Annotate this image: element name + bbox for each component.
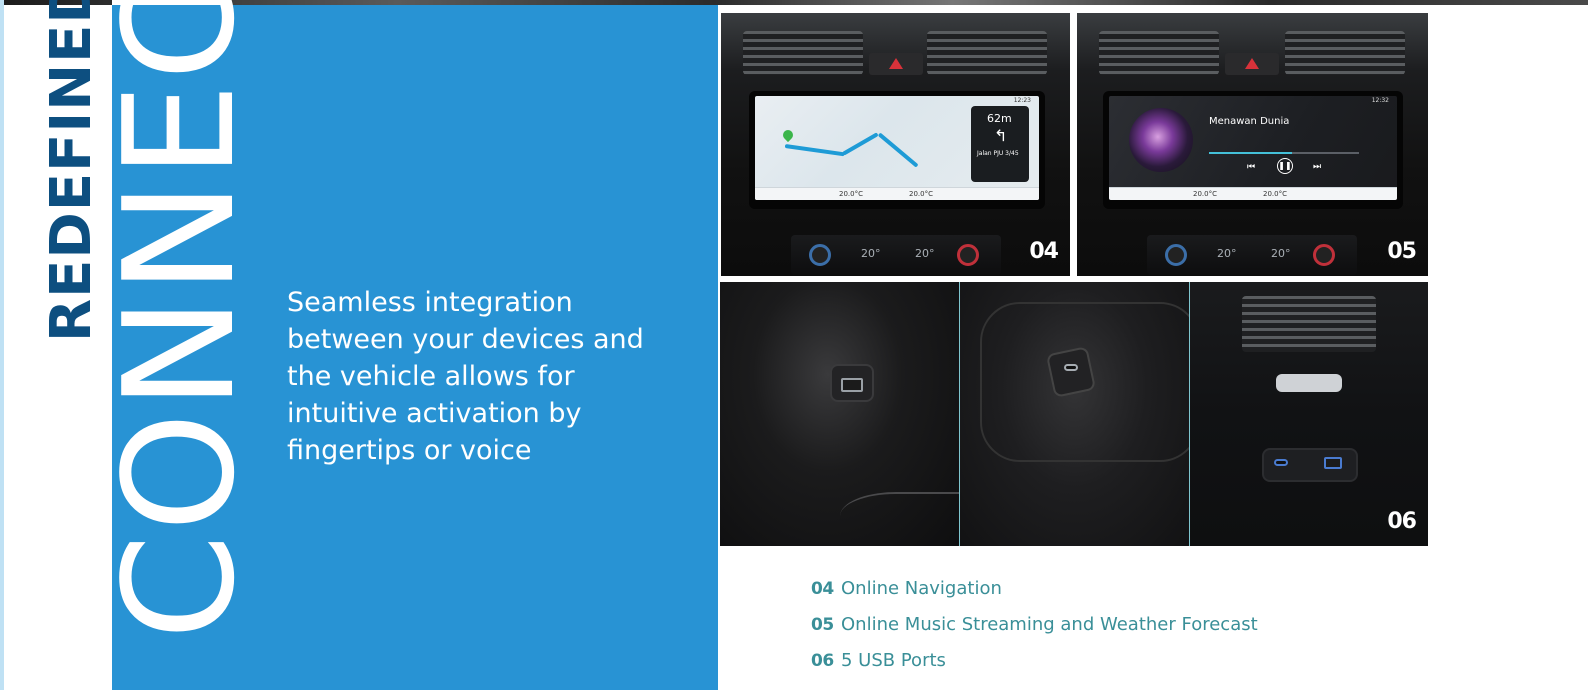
temp-right: 20.0°C — [1263, 190, 1287, 198]
photo-divider — [1189, 282, 1190, 546]
air-vent — [1285, 31, 1405, 75]
route-line — [877, 132, 919, 168]
usb-a-port-icon — [1324, 457, 1342, 469]
status-bar: 20.0°C 20.0°C — [1109, 187, 1397, 200]
tagline: Seamless integration between your device… — [287, 287, 644, 466]
photo-number: 05 — [1387, 239, 1417, 264]
playback-progress-fill — [1209, 152, 1292, 154]
caption-item: 04 Online Navigation — [811, 578, 1258, 614]
caption-list: 04 Online Navigation 05 Online Music Str… — [811, 578, 1258, 686]
climate-right: 20° — [1271, 247, 1291, 260]
rear-vent-handle — [1276, 374, 1342, 392]
climate-left: 20° — [1217, 247, 1237, 260]
photo-divider — [959, 282, 960, 546]
album-art — [1129, 108, 1193, 172]
previous-icon: ⏮ — [1247, 162, 1256, 172]
music-clock: 12:32 — [1371, 97, 1389, 104]
hazard-button — [1225, 53, 1279, 75]
temp-left: 20.0°C — [839, 190, 863, 198]
caption-text: Online Navigation — [841, 578, 1002, 599]
caption-text: Online Music Streaming and Weather Forec… — [841, 614, 1258, 635]
caption-number: 05 — [811, 615, 834, 635]
status-bar: 20.0°C 20.0°C — [755, 187, 1039, 200]
climate-right: 20° — [915, 247, 935, 260]
usb-a-port-icon — [841, 378, 863, 392]
caption-text: 5 USB Ports — [841, 650, 946, 671]
temp-knob-icon — [809, 244, 831, 266]
music-screen: Menawan Dunia ⏮ ❚❚ ⏭ 12:32 20.0°C 20.0°C — [1109, 96, 1397, 200]
route-line — [784, 144, 845, 157]
song-title: Menawan Dunia — [1209, 116, 1290, 127]
bin-edge — [980, 302, 1189, 462]
nav-street: Jalan PJU 3/45 — [977, 150, 1019, 157]
temp-knob-icon — [1165, 244, 1187, 266]
air-vent — [927, 31, 1047, 75]
next-icon: ⏭ — [1313, 162, 1322, 172]
navigation-screen: 62m ↰ Jalan PJU 3/45 12:23 20.0°C 20.0°C — [755, 96, 1039, 200]
climate-panel: 20° 20° — [791, 235, 1001, 275]
left-edge-stripe — [0, 0, 4, 690]
photo-usb-port-rear: 06 — [1190, 282, 1428, 546]
usb-c-port-icon — [1274, 459, 1288, 466]
temp-knob-icon — [957, 244, 979, 266]
temp-knob-icon — [1313, 244, 1335, 266]
pause-icon: ❚❚ — [1277, 158, 1293, 174]
heading-connect: CONNECT — [91, 0, 268, 640]
climate-panel: 20° 20° — [1147, 235, 1357, 275]
photo-online-navigation: 62m ↰ Jalan PJU 3/45 12:23 20.0°C 20.0°C… — [721, 13, 1070, 276]
photo-number: 06 — [1387, 509, 1417, 534]
photo-music-streaming: Menawan Dunia ⏮ ❚❚ ⏭ 12:32 20.0°C 20.0°C… — [1077, 13, 1428, 276]
console-edge — [840, 492, 959, 546]
photo-number: 04 — [1029, 239, 1059, 264]
hazard-button — [869, 53, 923, 75]
turn-instruction-card: 62m ↰ Jalan PJU 3/45 — [971, 106, 1029, 182]
photo-usb-port-front — [720, 282, 959, 546]
nav-clock: 12:23 — [1013, 97, 1031, 104]
caption-item: 06 5 USB Ports — [811, 650, 1258, 686]
caption-number: 04 — [811, 579, 834, 599]
turn-left-icon: ↰ — [994, 126, 1008, 145]
air-vent — [1099, 31, 1219, 75]
temp-left: 20.0°C — [1193, 190, 1217, 198]
photo-usb-port-center — [960, 282, 1189, 546]
climate-left: 20° — [861, 247, 881, 260]
nav-distance: 62m — [987, 112, 1012, 125]
air-vent — [743, 31, 863, 75]
playback-progress — [1209, 152, 1359, 154]
location-pin-icon — [780, 127, 796, 143]
rear-air-vent — [1242, 296, 1376, 352]
caption-item: 05 Online Music Streaming and Weather Fo… — [811, 614, 1258, 650]
route-line — [842, 132, 879, 156]
temp-right: 20.0°C — [909, 190, 933, 198]
caption-number: 06 — [811, 651, 834, 671]
